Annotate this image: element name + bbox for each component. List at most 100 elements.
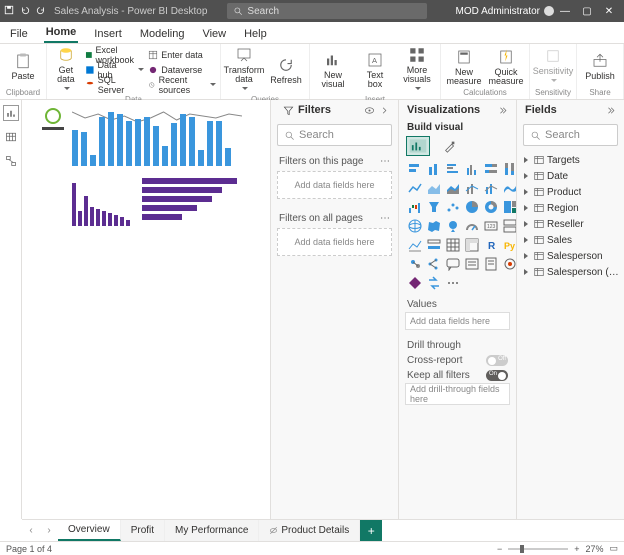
viz-map-icon[interactable] (407, 218, 423, 234)
refresh-button[interactable]: Refresh (267, 56, 305, 85)
field-table-region[interactable]: Region (521, 200, 620, 216)
viz-line-icon[interactable] (407, 180, 423, 196)
zoom-slider[interactable] (508, 548, 568, 550)
page-tab-my-performance[interactable]: My Performance (165, 520, 259, 541)
undo-icon[interactable] (20, 5, 30, 18)
menu-tab-insert[interactable]: Insert (92, 25, 124, 43)
viz-donut-icon[interactable] (483, 199, 499, 215)
add-page-button[interactable]: + (360, 520, 382, 541)
format-visual-mode[interactable] (439, 137, 461, 155)
global-search[interactable]: Search (227, 3, 427, 19)
eye-icon[interactable] (364, 105, 375, 116)
viz-pie-icon[interactable] (464, 199, 480, 215)
text-box-button[interactable]: A Text box (356, 51, 394, 89)
viz-kpi-icon[interactable] (407, 237, 423, 253)
publish-button[interactable]: Publish (581, 52, 619, 81)
report-canvas[interactable] (22, 100, 270, 519)
viz-100-bar-icon[interactable] (483, 161, 499, 177)
menu-tab-view[interactable]: View (200, 25, 228, 43)
transform-data-button[interactable]: Transform data (225, 46, 263, 94)
field-table-salesperson[interactable]: Salesperson (521, 248, 620, 264)
keep-filters-toggle[interactable]: On (486, 370, 508, 381)
viz-r-visual-icon[interactable]: R (483, 237, 499, 253)
page-tab-overview[interactable]: Overview (58, 520, 121, 541)
model-view-button[interactable] (4, 154, 18, 168)
user-account[interactable]: MOD Administrator (456, 6, 554, 17)
viz-azure-map-icon[interactable] (445, 218, 461, 234)
more-visuals-button[interactable]: More visuals (398, 46, 436, 94)
viz-slicer-icon[interactable] (426, 237, 442, 253)
viz-table-icon[interactable] (445, 237, 461, 253)
filters-allpages-drop[interactable]: Add data fields here (277, 228, 392, 256)
zoom-in-button[interactable]: + (574, 544, 579, 554)
quick-measure-button[interactable]: Quick measure (487, 48, 525, 86)
close-button[interactable]: ✕ (598, 6, 620, 17)
recent-sources-button[interactable]: Recent sources (148, 78, 216, 92)
viz-key-influencers-icon[interactable] (407, 256, 423, 272)
viz-powerapps-icon[interactable] (407, 275, 423, 291)
minimize-button[interactable]: — (554, 6, 576, 17)
viz-scatter-icon[interactable] (445, 199, 461, 215)
page-prev-button[interactable]: ‹ (22, 520, 40, 541)
more-icon[interactable]: ⋯ (380, 156, 390, 167)
menu-tab-file[interactable]: File (8, 25, 30, 43)
field-table-product[interactable]: Product (521, 184, 620, 200)
viz-stacked-bar-icon[interactable] (407, 161, 423, 177)
values-drop[interactable]: Add data fields here (405, 312, 510, 330)
report-view-button[interactable] (4, 106, 18, 120)
viz-clustered-column-icon[interactable] (464, 161, 480, 177)
filters-onpage-drop[interactable]: Add data fields here (277, 171, 392, 199)
menu-tab-home[interactable]: Home (44, 23, 79, 43)
viz-matrix-icon[interactable] (464, 237, 480, 253)
viz-more-icon[interactable] (445, 275, 461, 291)
zoom-out-button[interactable]: − (497, 544, 502, 554)
maximize-button[interactable]: ▢ (576, 6, 598, 17)
sql-server-button[interactable]: SQL Server (85, 78, 145, 92)
get-data-button[interactable]: Get data (51, 46, 81, 94)
more-icon[interactable]: ⋯ (380, 213, 390, 224)
viz-waterfall-icon[interactable] (407, 199, 423, 215)
viz-card-icon[interactable]: 123 (483, 218, 499, 234)
viz-narrative-icon[interactable] (464, 256, 480, 272)
enter-data-button[interactable]: Enter data (148, 48, 216, 62)
sensitivity-button[interactable]: Sensitivity (534, 47, 572, 86)
viz-qna-icon[interactable] (445, 256, 461, 272)
viz-stacked-column-icon[interactable] (426, 161, 442, 177)
drillthrough-drop[interactable]: Add drill-through fields here (405, 383, 510, 405)
field-table-salesperson-performan-[interactable]: Salesperson (Performan... (521, 264, 620, 280)
field-table-reseller[interactable]: Reseller (521, 216, 620, 232)
page-tab-profit[interactable]: Profit (121, 520, 165, 541)
field-table-sales[interactable]: Sales (521, 232, 620, 248)
viz-area-icon[interactable] (426, 180, 442, 196)
viz-automate-icon[interactable] (426, 275, 442, 291)
fields-search[interactable]: Search (523, 124, 618, 146)
paste-button[interactable]: Paste (4, 52, 42, 81)
page-next-button[interactable]: › (40, 520, 58, 541)
fit-page-icon[interactable]: ▭ (609, 543, 618, 554)
filters-search[interactable]: Search (277, 124, 392, 146)
viz-funnel-icon[interactable] (426, 199, 442, 215)
collapse-icon[interactable] (379, 105, 390, 116)
collapse-icon[interactable] (605, 105, 616, 116)
viz-stacked-area-icon[interactable] (445, 180, 461, 196)
field-table-targets[interactable]: Targets (521, 152, 620, 168)
viz-combo1-icon[interactable] (464, 180, 480, 196)
data-view-button[interactable] (4, 130, 18, 144)
field-table-date[interactable]: Date (521, 168, 620, 184)
new-visual-button[interactable]: New visual (314, 51, 352, 89)
viz-decomposition-icon[interactable] (426, 256, 442, 272)
viz-clustered-bar-icon[interactable] (445, 161, 461, 177)
new-measure-button[interactable]: New measure (445, 48, 483, 86)
viz-gauge-icon[interactable] (464, 218, 480, 234)
viz-combo2-icon[interactable] (483, 180, 499, 196)
menu-tab-help[interactable]: Help (242, 25, 269, 43)
redo-icon[interactable] (36, 5, 46, 18)
page-tab-product-details[interactable]: Product Details (259, 520, 360, 541)
save-icon[interactable] (4, 5, 14, 18)
build-visual-mode[interactable] (407, 137, 429, 155)
viz-filled-map-icon[interactable] (426, 218, 442, 234)
collapse-icon[interactable] (497, 105, 508, 116)
cross-report-toggle[interactable]: Off (486, 355, 508, 366)
viz-paginated-icon[interactable] (483, 256, 499, 272)
menu-tab-modeling[interactable]: Modeling (138, 25, 187, 43)
